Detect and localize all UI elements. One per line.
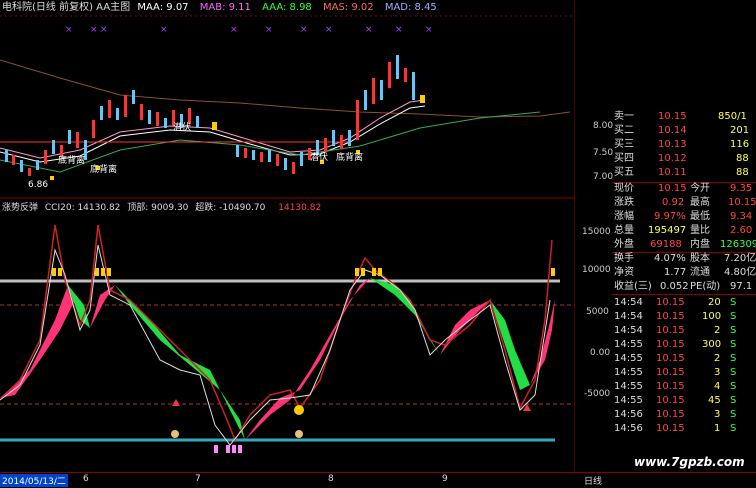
order-book-row[interactable]: 买二 10.14 201 [612, 124, 756, 138]
cci-axis-label: -5000 [584, 389, 611, 399]
cci-ribbon-pink-1 [0, 285, 75, 398]
tick-row: 14:54 10.15 2S [614, 325, 737, 336]
order-book-row[interactable]: 买五 10.11 88 [612, 166, 756, 180]
order-book-row[interactable]: 买四 10.12 88 [612, 152, 756, 166]
svg-text:×: × [425, 25, 433, 35]
stat-row: 外盘 69188 内盘 126309 [614, 239, 756, 250]
price-axis-label: 7.50 [593, 148, 614, 158]
svg-text:×: × [300, 25, 308, 35]
signal-label-1: 底背离 [58, 154, 85, 166]
stat-row: 现价 10.15 今开 9.35 [614, 183, 753, 194]
svg-text:×: × [90, 25, 98, 35]
tick-row: 14:56 10.15 3S [614, 409, 737, 420]
signal-label-2: 底背离 [90, 163, 117, 175]
x-tick-label: 8 [328, 474, 334, 484]
cci-axis-label: 0.00 [590, 348, 611, 358]
purple-markers: × × × × × × × × × × × [65, 25, 433, 35]
order-book-row[interactable]: 买三 10.13 116 [612, 138, 756, 152]
low-price-label: 6.86 [28, 180, 48, 190]
chart-area[interactable]: × × × × × × × × × × × 6.86 底背离 底背离 潜伏 潜伏… [0, 0, 575, 472]
x-tick-label: 7 [195, 474, 201, 484]
cci-name: 涨势反弹 [2, 203, 39, 213]
svg-text:×: × [65, 25, 73, 35]
tick-row: 14:54 10.15 100 S [614, 311, 737, 322]
tick-row: 14:56 10.15 1S [614, 423, 737, 434]
stat-row: 收益(三) 0.052 PE(动) 97.1 [614, 281, 753, 292]
top-signal-markers [52, 268, 555, 276]
x-tick-label: 6 [83, 474, 89, 484]
stat-row: 涨跌 0.92 最高 10.15 [614, 197, 756, 208]
stat-row: 换手 4.07% 股本 7.20亿 [614, 253, 756, 264]
cci-value: CCI20: 14130.82 [44, 203, 121, 213]
cci-axis-label: 5000 [586, 307, 609, 317]
svg-text:×: × [100, 25, 108, 35]
signal-label-3: 潜伏 [173, 121, 191, 133]
tick-row: 14:55 10.15 4S [614, 381, 737, 392]
signal-label-4: 潜伏 [310, 151, 328, 163]
tick-row: 14:55 10.15 2S [614, 353, 737, 364]
ma-line-brown [0, 59, 571, 118]
tick-row: 14:54 10.15 20 S [614, 297, 737, 308]
cci-ribbon-pink-5 [530, 300, 555, 385]
price-axis-label: 8.00 [593, 121, 614, 131]
period-label[interactable]: 日线 [584, 474, 602, 487]
price-axis-label: 7.00 [593, 172, 614, 182]
tick-row: 14:55 10.15 45 S [614, 395, 737, 406]
cci-header: 涨势反弹 CCI20: 14130.82 顶部: 9009.30 超跌: -10… [2, 202, 321, 214]
svg-text:×: × [325, 25, 333, 35]
quote-panel: 卖一 10.15 850/1 买二 10.14 201 买三 10.13 116… [612, 110, 756, 487]
cci-line-white [0, 244, 551, 446]
signal-label-5: 底背离 [336, 151, 363, 163]
tick-row: 14:55 10.15 3S [614, 367, 737, 378]
svg-text:×: × [395, 25, 403, 35]
svg-text:×: × [160, 25, 168, 35]
svg-text:×: × [230, 25, 238, 35]
stat-row: 涨幅 9.97% 最低 9.34 [614, 211, 753, 222]
cci-current: 14130.82 [278, 203, 322, 213]
x-tick-label: 9 [442, 474, 448, 484]
cci-axis-label: 10000 [582, 265, 611, 275]
cci-ribbon-pink-3 [245, 278, 370, 440]
cci-top: 顶部: 9009.30 [127, 203, 189, 213]
cci-oversold: 超跌: -10490.70 [195, 203, 266, 213]
stat-row: 总量 195497 量比 2.60 [614, 225, 753, 236]
svg-text:×: × [265, 25, 273, 35]
cci-ribbon-green-3 [370, 278, 440, 355]
order-book-row[interactable]: 卖一 10.15 850/1 [612, 110, 756, 124]
current-date-label: 2014/05/13/二 [0, 474, 68, 487]
stat-row: 净资 1.77 流通 4.80亿 [614, 267, 756, 278]
svg-text:×: × [365, 25, 373, 35]
cci-axis-label: 15000 [582, 227, 611, 237]
tick-row: 14:55 10.15 300 S [614, 339, 737, 350]
bottom-pink-bars [214, 445, 242, 453]
watermark: www.7gpzb.com [634, 455, 745, 469]
time-axis-bar: 2014/05/13/二 6 7 8 9 日线 [0, 472, 756, 488]
